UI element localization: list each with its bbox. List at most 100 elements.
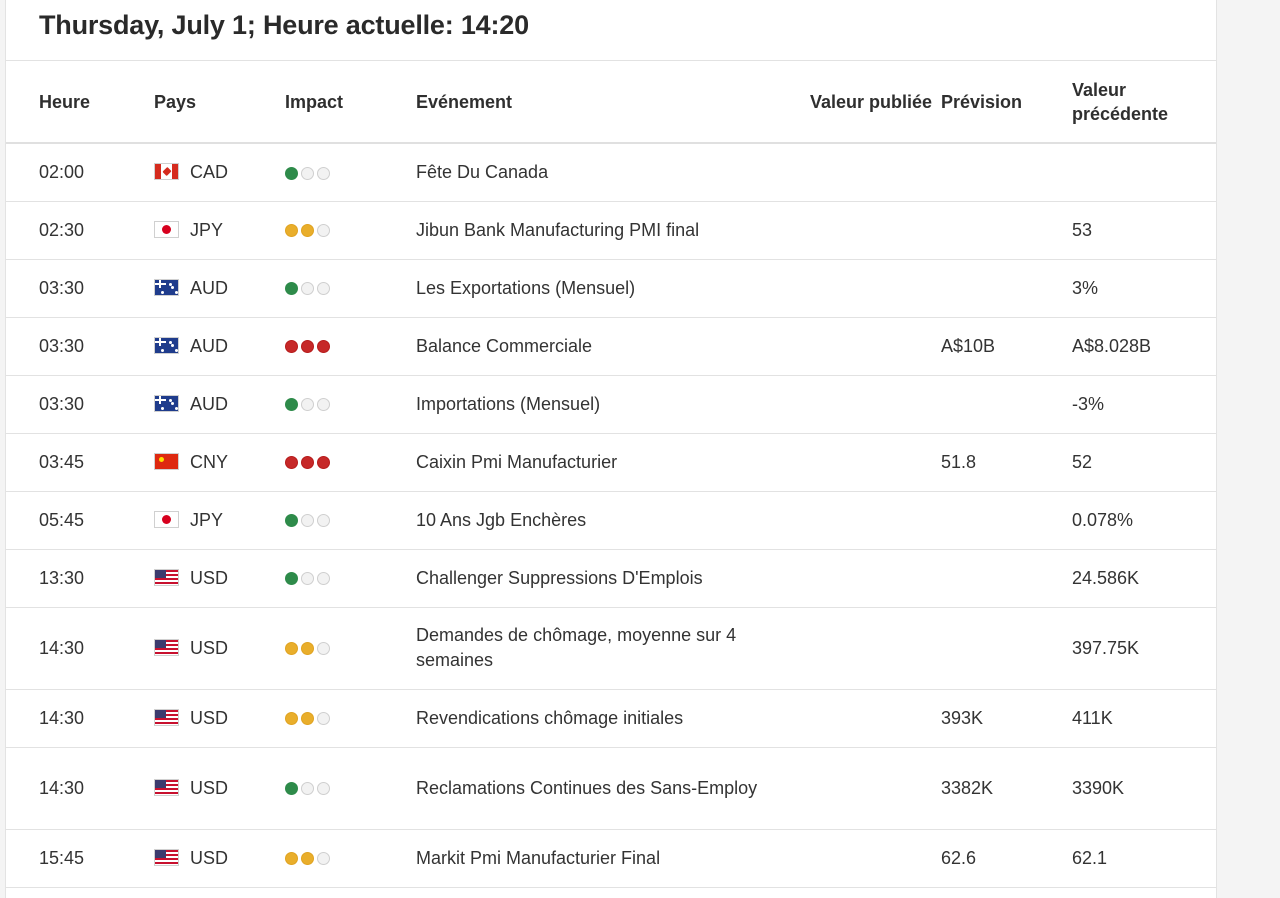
currency-code: USD <box>190 847 229 868</box>
event-time: 03:30 <box>6 317 154 376</box>
event-name[interactable]: Revendications chômage initiales <box>416 689 810 748</box>
event-time: 14:30 <box>6 689 154 748</box>
event-name[interactable]: Importations (Mensuel) <box>416 375 810 434</box>
table-row[interactable]: 14:30 USD Revendications chômage initial… <box>6 689 1216 748</box>
flag-usa-icon <box>154 568 179 586</box>
events-table: Heure Pays Impact Evénement Valeur publi… <box>6 61 1216 888</box>
event-name[interactable]: Caixin Pmi Manufacturier <box>416 433 810 492</box>
event-forecast <box>941 259 1072 318</box>
impact-dot-icon <box>285 782 298 796</box>
impact-indicator <box>285 166 330 180</box>
impact-dot-icon <box>301 712 314 726</box>
event-actual <box>810 829 941 888</box>
event-time: 03:30 <box>6 375 154 434</box>
event-country: USD <box>154 747 285 830</box>
event-previous <box>1072 143 1216 202</box>
event-time: 14:30 <box>6 607 154 690</box>
impact-indicator <box>285 852 330 866</box>
event-impact <box>285 689 416 748</box>
impact-dot-icon <box>301 398 314 412</box>
impact-dot-icon <box>285 712 298 726</box>
event-previous: 397.75K <box>1072 607 1216 690</box>
event-forecast: 51.8 <box>941 433 1072 492</box>
table-row[interactable]: 14:30 USD Demandes de chômage, moyenne s… <box>6 607 1216 690</box>
column-header-actual: Valeur publiée <box>810 61 941 144</box>
event-country: USD <box>154 607 285 690</box>
table-row[interactable]: 13:30 USD Challenger Suppressions D'Empl… <box>6 549 1216 608</box>
impact-dot-icon <box>285 282 298 296</box>
event-previous: 3% <box>1072 259 1216 318</box>
impact-dot-icon <box>317 166 330 180</box>
event-country: CNY <box>154 433 285 492</box>
event-previous: 24.586K <box>1072 549 1216 608</box>
event-actual <box>810 201 941 260</box>
flag-usa-icon <box>154 848 179 866</box>
impact-dot-icon <box>317 224 330 238</box>
event-forecast: 62.6 <box>941 829 1072 888</box>
currency-code: JPY <box>190 219 224 240</box>
event-actual <box>810 259 941 318</box>
event-forecast <box>941 375 1072 434</box>
event-actual <box>810 491 941 550</box>
event-name[interactable]: Jibun Bank Manufacturing PMI final <box>416 201 810 260</box>
impact-indicator <box>285 398 330 412</box>
table-row[interactable]: 03:30 AUD Les Exportations (Mensuel) 3% <box>6 259 1216 318</box>
event-impact <box>285 201 416 260</box>
table-row[interactable]: 03:30 AUD Balance Commerciale A$10B A$8.… <box>6 317 1216 376</box>
table-row[interactable]: 03:45 CNY Caixin Pmi Manufacturier 51.8 … <box>6 433 1216 492</box>
event-forecast <box>941 143 1072 202</box>
currency-code: AUD <box>190 393 229 414</box>
event-name[interactable]: Reclamations Continues des Sans-Employ <box>416 747 810 830</box>
column-header-event: Evénement <box>416 61 810 144</box>
flag-china-icon <box>154 452 179 470</box>
event-name[interactable]: Demandes de chômage, moyenne sur 4 semai… <box>416 607 810 690</box>
impact-dot-icon <box>301 224 314 238</box>
impact-dot-icon <box>317 852 330 866</box>
impact-indicator <box>285 514 330 528</box>
event-name[interactable]: Fête Du Canada <box>416 143 810 202</box>
event-previous: 62.1 <box>1072 829 1216 888</box>
event-country: USD <box>154 829 285 888</box>
currency-code: USD <box>190 777 229 798</box>
column-header-time: Heure <box>6 61 154 144</box>
table-row[interactable]: 15:45 USD Markit Pmi Manufacturier Final… <box>6 829 1216 888</box>
impact-dot-icon <box>285 642 298 656</box>
table-row[interactable]: 14:30 USD Reclamations Continues des San… <box>6 747 1216 830</box>
event-forecast <box>941 491 1072 550</box>
event-impact <box>285 433 416 492</box>
event-previous: 411K <box>1072 689 1216 748</box>
table-row[interactable]: 02:00 CAD Fête Du Canada <box>6 143 1216 202</box>
event-actual <box>810 375 941 434</box>
event-time: 14:30 <box>6 747 154 830</box>
impact-dot-icon <box>285 166 298 180</box>
economic-calendar-panel: Thursday, July 1; Heure actuelle: 14:20 … <box>5 0 1217 898</box>
event-name[interactable]: 10 Ans Jgb Enchères <box>416 491 810 550</box>
event-name[interactable]: Balance Commerciale <box>416 317 810 376</box>
currency-code: USD <box>190 637 229 658</box>
impact-dot-icon <box>317 514 330 528</box>
currency-code: CAD <box>190 161 229 182</box>
event-name[interactable]: Les Exportations (Mensuel) <box>416 259 810 318</box>
impact-dot-icon <box>317 642 330 656</box>
event-name[interactable]: Challenger Suppressions D'Emplois <box>416 549 810 608</box>
impact-dot-icon <box>317 340 330 354</box>
event-time: 02:30 <box>6 201 154 260</box>
flag-australia-icon <box>154 394 179 412</box>
impact-indicator <box>285 282 330 296</box>
table-row[interactable]: 03:30 AUD Importations (Mensuel) -3% <box>6 375 1216 434</box>
event-previous: A$8.028B <box>1072 317 1216 376</box>
event-forecast <box>941 549 1072 608</box>
impact-dot-icon <box>285 852 298 866</box>
event-time: 05:45 <box>6 491 154 550</box>
event-forecast: A$10B <box>941 317 1072 376</box>
impact-dot-icon <box>285 456 298 470</box>
event-name[interactable]: Markit Pmi Manufacturier Final <box>416 829 810 888</box>
flag-usa-icon <box>154 778 179 796</box>
impact-dot-icon <box>317 456 330 470</box>
impact-dot-icon <box>301 782 314 796</box>
currency-code: JPY <box>190 509 224 530</box>
table-row[interactable]: 02:30 JPY Jibun Bank Manufacturing PMI f… <box>6 201 1216 260</box>
table-row[interactable]: 05:45 JPY 10 Ans Jgb Enchères 0.078% <box>6 491 1216 550</box>
impact-indicator <box>285 456 330 470</box>
impact-dot-icon <box>317 282 330 296</box>
